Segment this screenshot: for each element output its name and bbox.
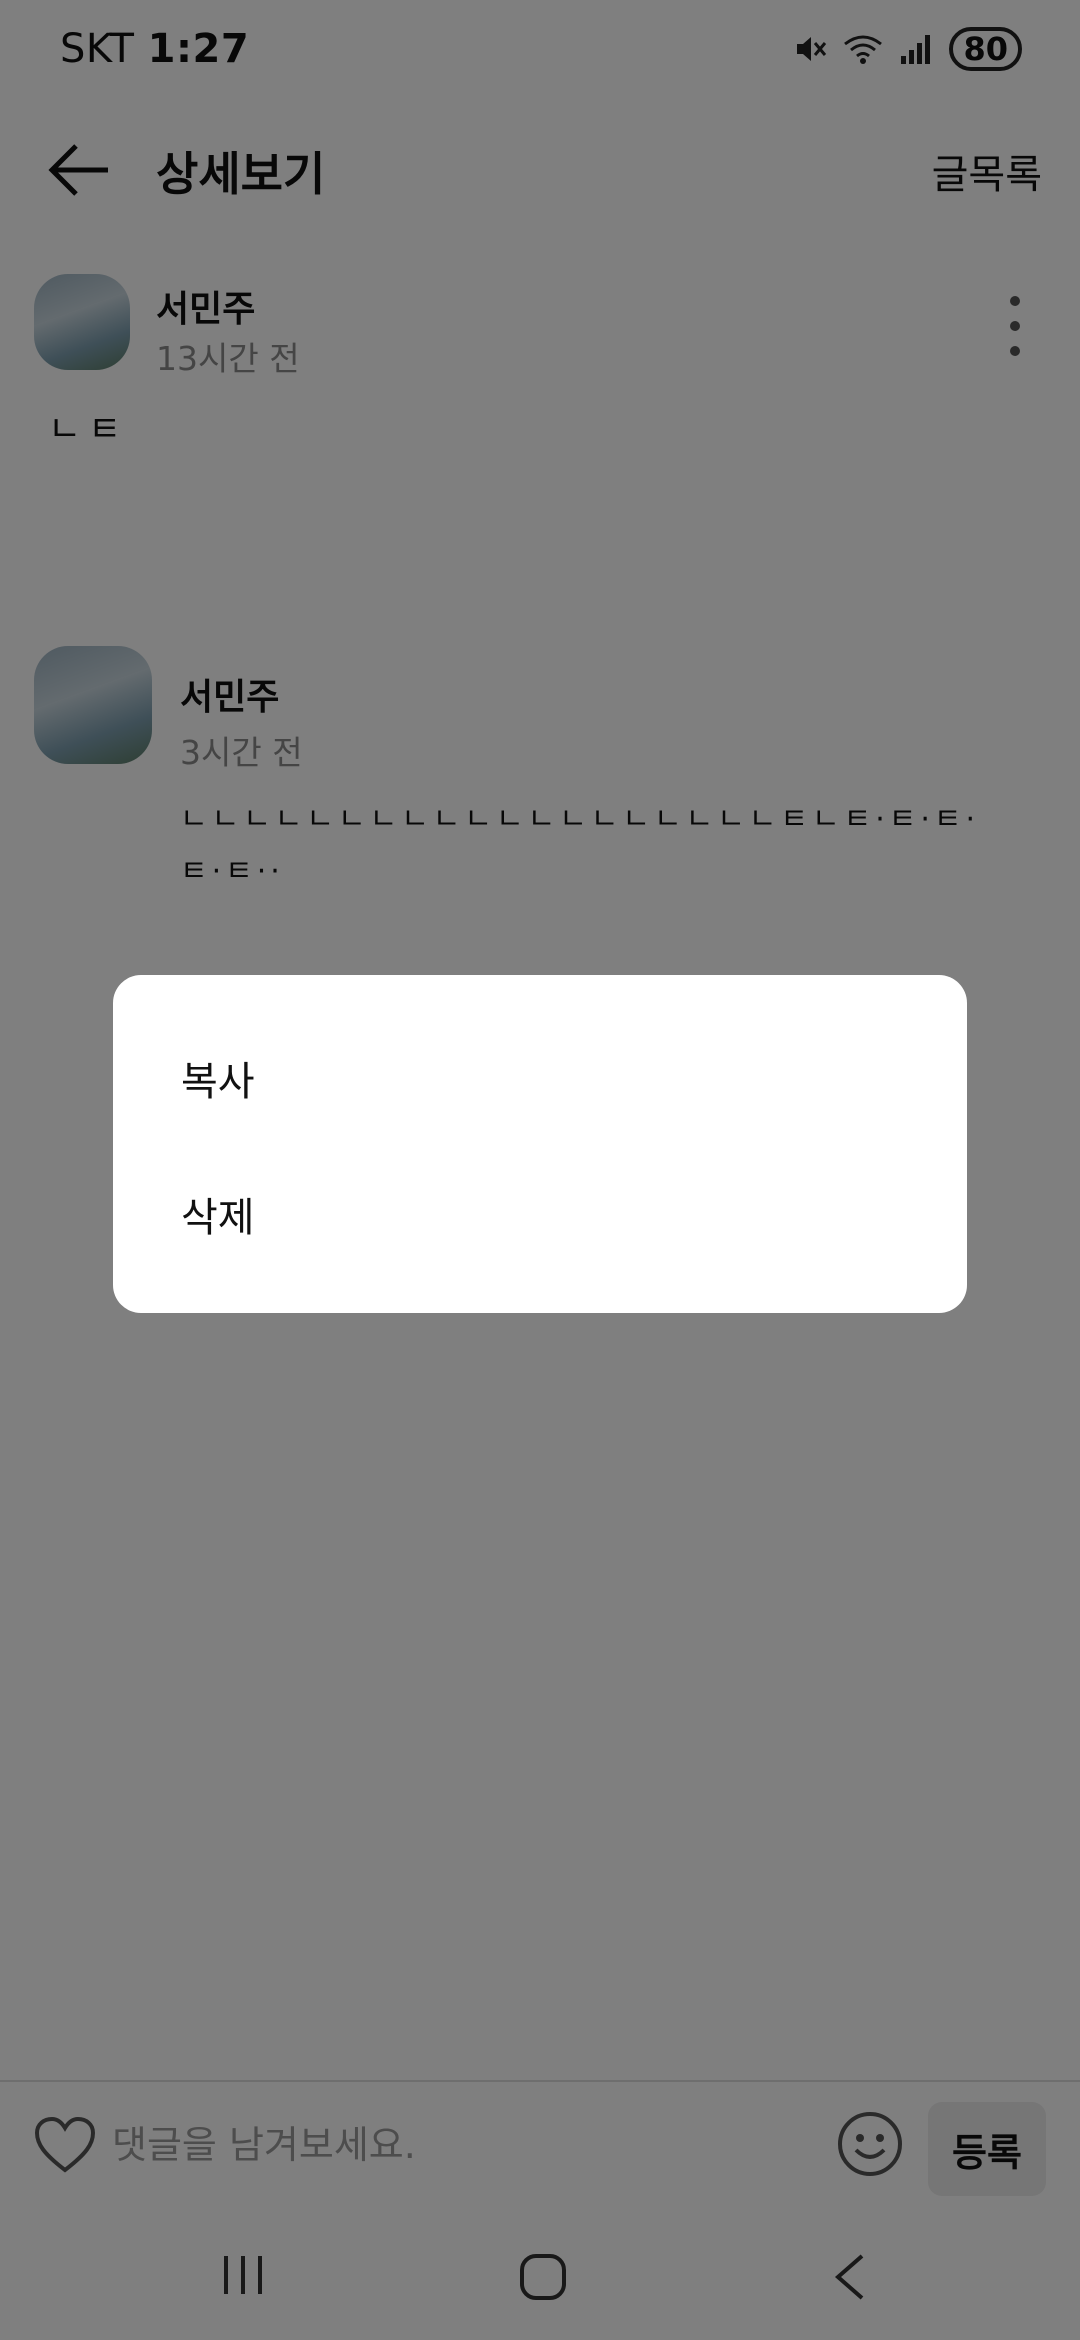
menu-item-copy[interactable]: 복사 <box>181 1049 255 1107</box>
screen: SKT 1:27 80 <box>0 0 1080 2340</box>
options-dialog: 복사 삭제 <box>113 975 967 1313</box>
menu-item-delete[interactable]: 삭제 <box>181 1185 255 1243</box>
